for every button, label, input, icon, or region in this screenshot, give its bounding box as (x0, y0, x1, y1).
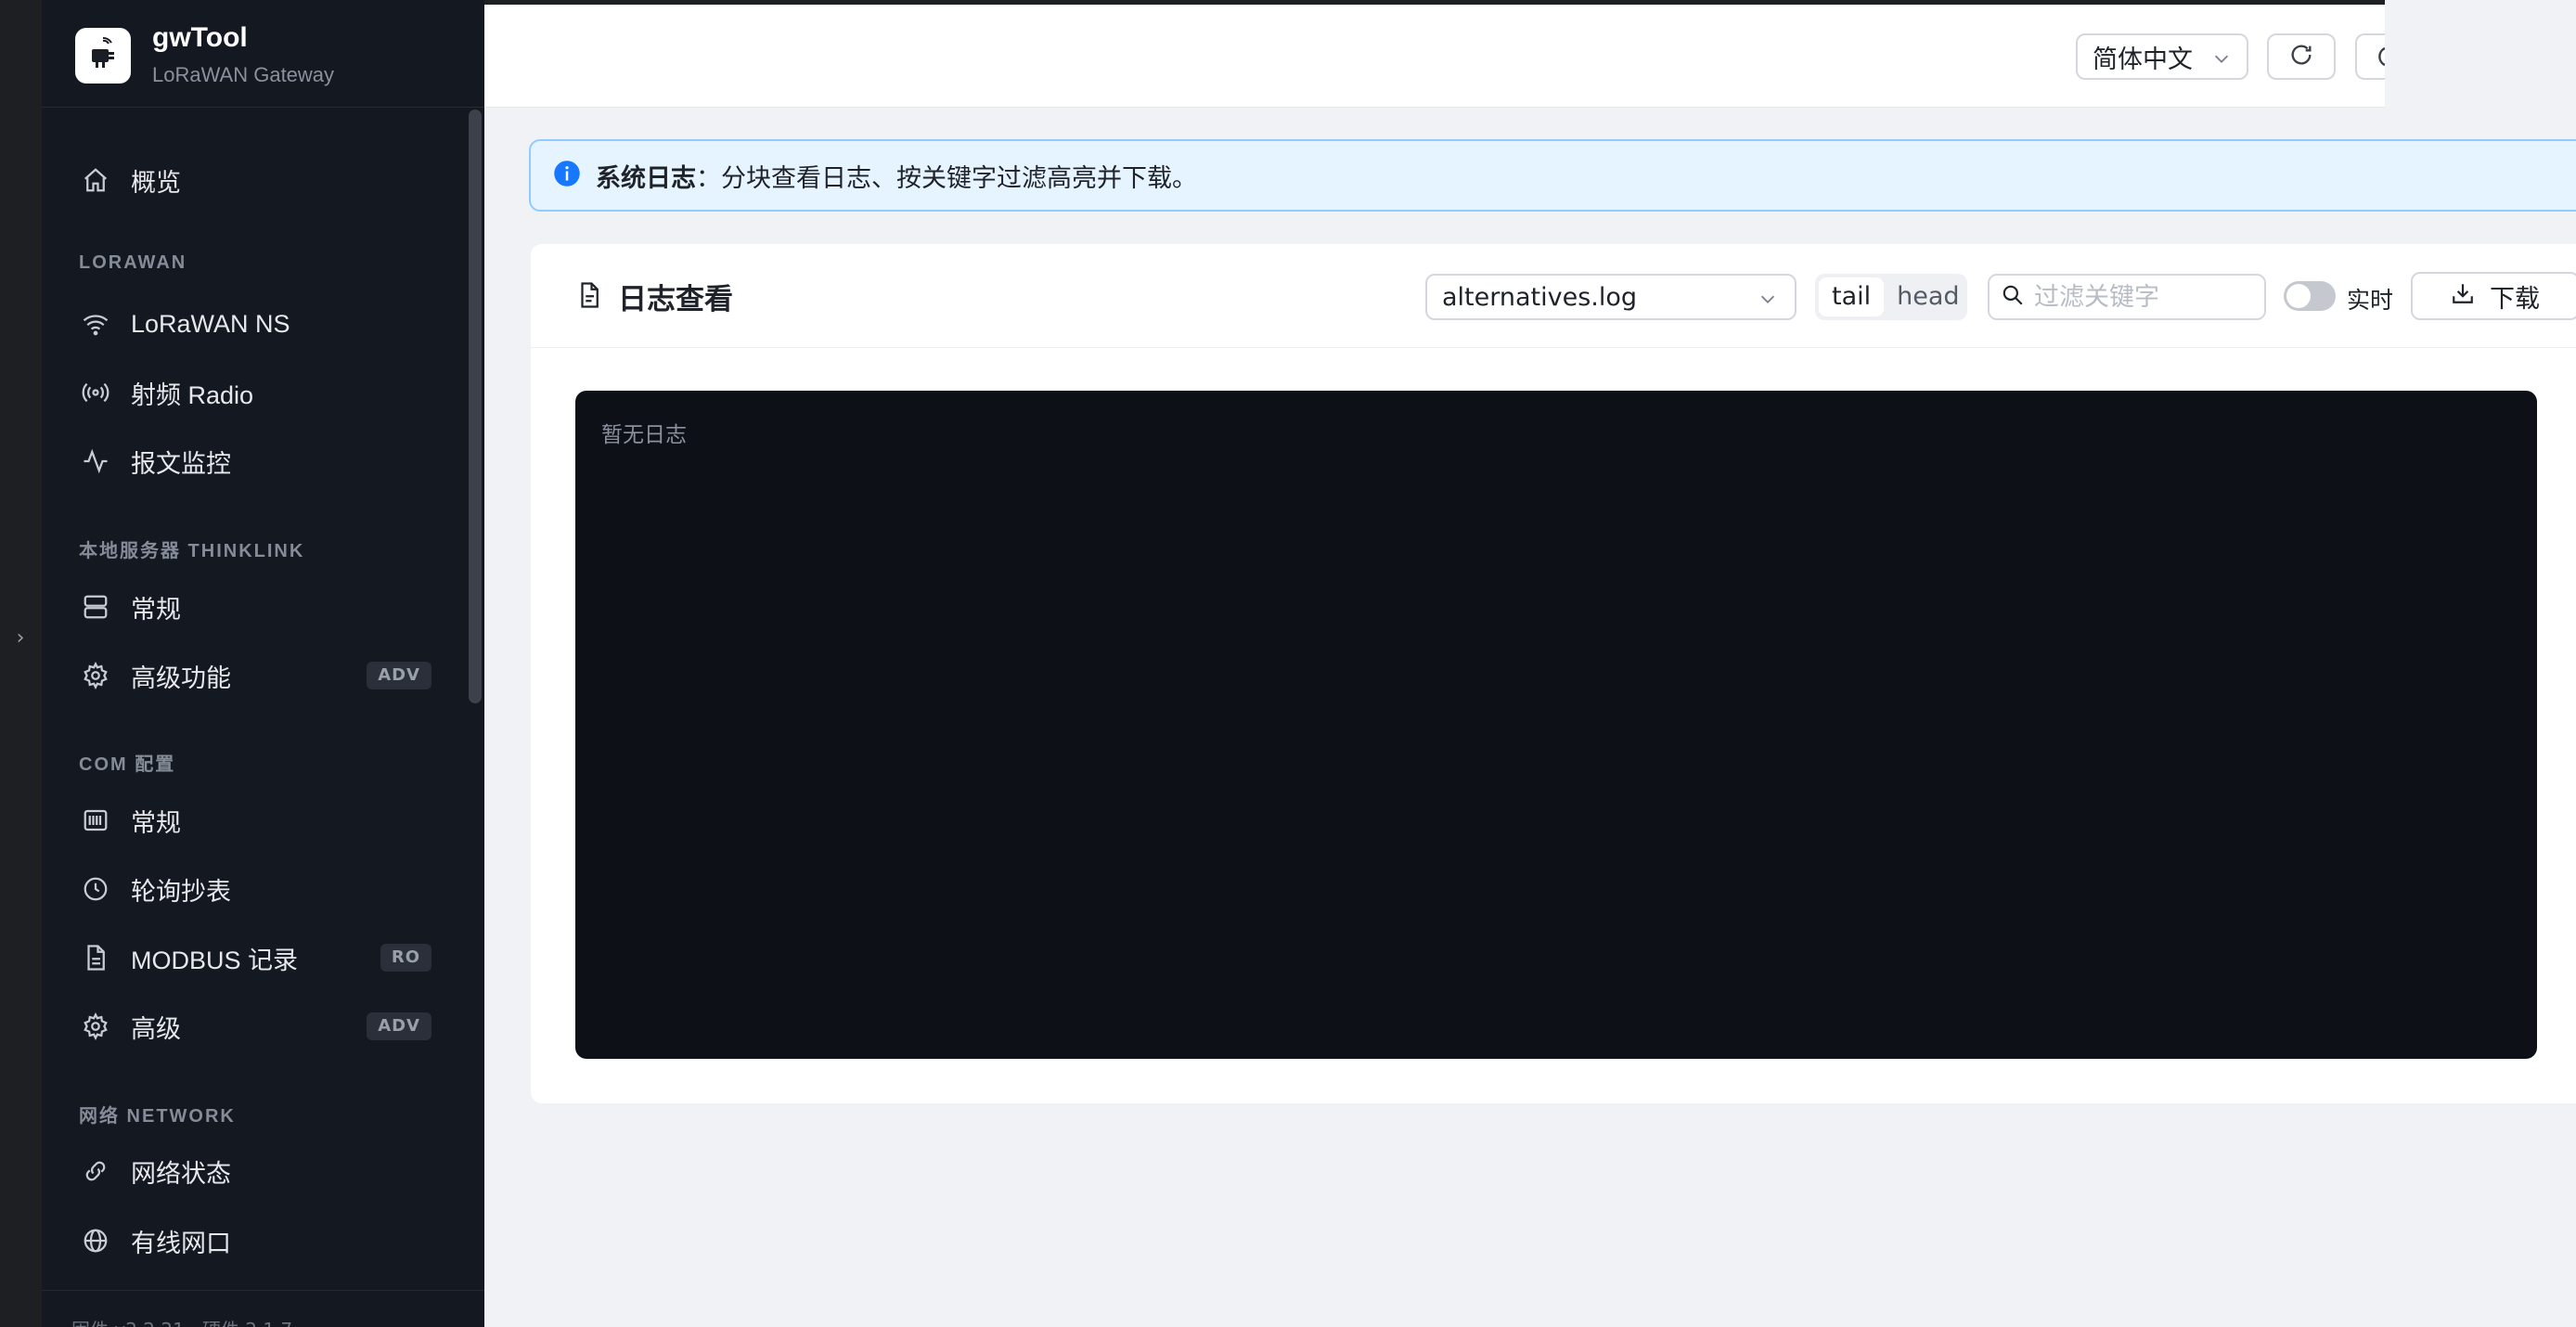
sidebar-item-network-status[interactable]: 网络状态 (79, 1141, 450, 1201)
sidebar-item-label: 概览 (131, 168, 181, 197)
server-icon (79, 590, 112, 624)
barcode-icon (79, 804, 112, 837)
sidebar-item-com-advanced[interactable]: 高级 ADV (79, 997, 450, 1056)
sidebar-item-label: MODBUS 记录 (131, 946, 299, 974)
top-header: 简体中文 (484, 0, 2576, 108)
sidebar-item-thinklink-advanced[interactable]: 高级功能 ADV (79, 646, 450, 705)
info-icon (553, 160, 581, 191)
sidebar-item-overview[interactable]: 概览 (79, 150, 450, 210)
keyword-filter (1988, 274, 2266, 320)
sidebar-item-label: LoRaWAN NS (131, 309, 290, 338)
download-label: 下载 (2490, 284, 2540, 314)
sidebar-item-label: 报文监控 (131, 449, 231, 478)
chevron-down-icon (1758, 287, 1778, 316)
gear-icon (79, 659, 112, 692)
globe-icon (79, 1224, 112, 1257)
sidebar-item-label: 有线网口 (131, 1229, 231, 1257)
sidebar-item-label: 常规 (131, 808, 181, 837)
sidebar: gwTool LoRaWAN Gateway 概览 LORAWAN LoRaWA… (42, 0, 484, 1327)
mode-head-option[interactable]: head (1884, 277, 1972, 316)
sidebar-item-label: 常规 (131, 595, 181, 624)
sidebar-item-packet-monitor[interactable]: 报文监控 (79, 432, 450, 491)
card-header: 日志查看 alternatives.log tail head 实时 (531, 244, 2576, 348)
card-title-text: 日志查看 (618, 283, 733, 316)
sidebar-item-radio[interactable]: 射频 Radio (79, 363, 450, 422)
log-output[interactable]: 暂无日志 (575, 391, 2537, 1059)
log-viewer-card: 日志查看 alternatives.log tail head 实时 (531, 244, 2576, 1103)
clock-icon (79, 872, 112, 906)
card-title: 日志查看 (575, 276, 733, 317)
info-banner: 系统日志 ：分块查看日志、按关键字过滤高亮并下载。 (529, 139, 2576, 212)
ro-badge: RO (380, 944, 431, 972)
brand-subtitle: LoRaWAN Gateway (152, 63, 335, 86)
radio-icon (79, 376, 112, 409)
realtime-toggle[interactable] (2284, 281, 2336, 311)
language-select[interactable]: 简体中文 (2076, 33, 2248, 80)
toggle-knob (2286, 284, 2311, 308)
language-value: 简体中文 (2093, 45, 2193, 74)
sidebar-item-label: 轮询抄表 (131, 877, 231, 906)
file-icon (79, 941, 112, 974)
mode-tail-option[interactable]: tail (1819, 277, 1885, 316)
banner-title: 系统日志 (596, 163, 696, 193)
search-icon (2001, 283, 2025, 311)
empty-log-text: 暂无日志 (601, 423, 687, 447)
section-title-com: COM 配置 (79, 754, 176, 775)
section-title-network: 网络 NETWORK (79, 1106, 236, 1127)
version-footer: 固件 v2.2.21 · 硬件 2.1.7 (42, 1290, 484, 1327)
home-icon (79, 163, 112, 197)
gateway-logo-icon (75, 28, 131, 84)
banner-description: ：分块查看日志、按关键字过滤高亮并下载。 (696, 163, 1197, 193)
sidebar-scrollbar[interactable] (469, 110, 482, 703)
sidebar-item-label: 高级 (131, 1014, 181, 1043)
chevron-down-icon (2211, 46, 2232, 75)
download-button[interactable]: 下载 (2411, 272, 2576, 320)
sidebar-item-label: 射频 Radio (131, 380, 254, 409)
sidebar-item-modbus-log[interactable]: MODBUS 记录 RO (79, 928, 450, 987)
adv-badge: ADV (367, 1012, 431, 1040)
log-file-select[interactable]: alternatives.log (1425, 274, 1797, 320)
header-action-button[interactable] (2355, 33, 2385, 80)
expand-chevron-icon[interactable]: › (11, 627, 30, 650)
header-top-line (484, 0, 2385, 5)
brand: gwTool LoRaWAN Gateway (42, 0, 484, 108)
refresh-icon (2288, 42, 2314, 71)
keyword-filter-input[interactable] (2034, 282, 2257, 312)
sidebar-item-polling[interactable]: 轮询抄表 (79, 859, 450, 919)
download-icon (2451, 281, 2475, 312)
refresh-button[interactable] (2267, 33, 2336, 80)
log-file-value: alternatives.log (1442, 282, 1638, 312)
adv-badge: ADV (367, 662, 431, 689)
collapsed-edge: › (0, 0, 42, 1327)
brand-name: gwTool (152, 22, 248, 53)
sidebar-item-thinklink-general[interactable]: 常规 (79, 577, 450, 637)
sidebar-item-label: 网络状态 (131, 1159, 231, 1188)
sidebar-item-label: 高级功能 (131, 664, 231, 692)
sidebar-item-lorawan-ns[interactable]: LoRaWAN NS (79, 294, 450, 354)
document-icon (575, 281, 603, 313)
sidebar-item-wired-port[interactable]: 有线网口 (79, 1211, 450, 1270)
wifi-icon (79, 307, 112, 341)
realtime-label: 实时 (2347, 287, 2394, 314)
section-title-thinklink: 本地服务器 THINKLINK (79, 541, 305, 561)
activity-icon (79, 444, 112, 478)
link-icon (79, 1154, 112, 1188)
read-mode-segmented: tail head (1815, 274, 1967, 320)
section-title-lorawan: LORAWAN (79, 252, 187, 273)
sidebar-item-com-general[interactable]: 常规 (79, 791, 450, 850)
gear-icon (79, 1010, 112, 1043)
